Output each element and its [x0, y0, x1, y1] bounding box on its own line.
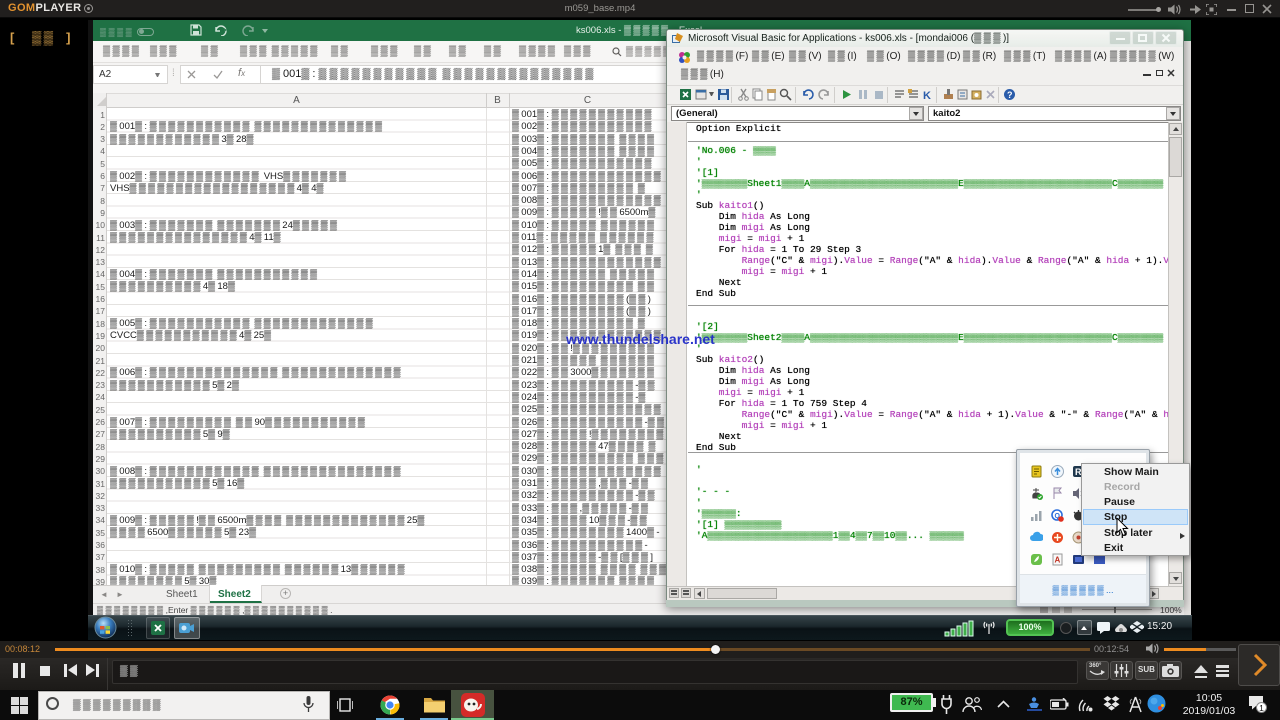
- svg-text:A: A: [1055, 556, 1061, 565]
- svg-text:K: K: [923, 90, 931, 101]
- svg-text:?: ?: [1007, 90, 1013, 100]
